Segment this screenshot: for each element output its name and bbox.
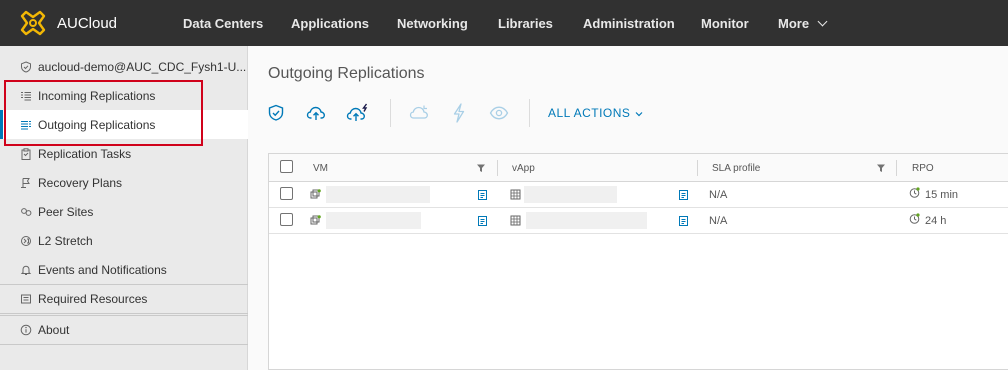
column-header-sla-profile[interactable]: SLA profile — [712, 154, 760, 182]
sidebar-item-label: Recovery Plans — [38, 175, 123, 190]
shield-check-icon[interactable] — [266, 103, 286, 123]
chevron-down-icon — [635, 112, 643, 117]
table-row[interactable]: N/A 24 h — [269, 208, 1008, 234]
bell-icon — [20, 264, 32, 276]
sidebar-item-label: Required Resources — [38, 292, 148, 306]
nav-more-label: More — [778, 16, 810, 31]
lightning-icon[interactable] — [449, 103, 469, 123]
sidebar-item-l2-stretch[interactable]: L2 Stretch — [0, 226, 248, 255]
sidebar-item-required-resources[interactable]: Required Resources — [0, 284, 248, 314]
info-icon — [20, 324, 32, 336]
column-header-vapp[interactable]: vApp — [512, 154, 535, 182]
vm-icon — [310, 189, 321, 199]
redacted-vapp-name — [526, 212, 647, 229]
vapp-icon — [510, 215, 521, 226]
sidebar-item-label: Events and Notifications — [38, 262, 167, 277]
rpo-cell: 15 min — [925, 189, 959, 201]
toolbar-separator — [529, 99, 530, 127]
nav-monitor[interactable]: Monitor — [701, 0, 749, 46]
cloud-sync-icon[interactable] — [409, 103, 429, 123]
eye-icon[interactable] — [489, 103, 509, 123]
all-actions-label: ALL ACTIONS — [548, 106, 631, 120]
sidebar-item-org[interactable]: aucloud-demo@AUC_CDC_Fysh1-U... — [0, 52, 248, 81]
redacted-vm-name — [326, 212, 421, 229]
column-header-rpo[interactable]: RPO — [912, 154, 934, 182]
nav-data-centers[interactable]: Data Centers — [183, 0, 263, 46]
redacted-vapp-name — [524, 186, 617, 203]
rpo-clock-icon — [909, 213, 920, 224]
filter-icon[interactable] — [876, 163, 886, 173]
nav-applications[interactable]: Applications — [291, 0, 369, 46]
recovery-plan-icon — [20, 177, 32, 189]
sidebar-item-label: About — [38, 323, 70, 337]
column-separator — [497, 160, 498, 176]
app-name: AUCloud — [57, 14, 118, 32]
nav-more-button[interactable]: More — [778, 16, 828, 31]
sidebar-item-label: aucloud-demo@AUC_CDC_Fysh1-U... — [38, 59, 247, 74]
action-toolbar: ALL ACTIONS — [266, 98, 643, 128]
sidebar: aucloud-demo@AUC_CDC_Fysh1-U... Incoming… — [0, 46, 248, 370]
chevron-down-icon — [817, 16, 828, 27]
details-icon[interactable] — [477, 189, 488, 200]
shield-icon — [20, 60, 32, 73]
table-row[interactable]: N/A 15 min — [269, 182, 1008, 208]
sidebar-item-events-notifications[interactable]: Events and Notifications — [0, 255, 248, 284]
details-icon[interactable] — [678, 189, 689, 200]
details-icon[interactable] — [678, 215, 689, 226]
sidebar-item-about[interactable]: About — [0, 315, 248, 345]
top-navigation-bar: AUCloud Data Centers Applications Networ… — [0, 0, 1008, 46]
row-checkbox[interactable] — [280, 187, 293, 200]
row-checkbox[interactable] — [280, 213, 293, 226]
rpo-cell: 24 h — [925, 215, 947, 227]
peer-sites-icon — [20, 206, 32, 218]
grid-header: VM vApp SLA profile RPO — [269, 154, 1008, 182]
column-header-vm[interactable]: VM — [313, 154, 328, 182]
replications-grid: VM vApp SLA profile RPO N/A 15 min N/A 2… — [268, 153, 1008, 370]
all-actions-dropdown[interactable]: ALL ACTIONS — [548, 106, 643, 120]
l2-stretch-icon — [20, 235, 32, 247]
sidebar-item-peer-sites[interactable]: Peer Sites — [0, 197, 248, 226]
details-icon[interactable] — [477, 215, 488, 226]
sidebar-item-label: Peer Sites — [38, 204, 94, 219]
main-content: Outgoing Replications ALL ACTIONS VM vAp… — [248, 46, 1008, 370]
brand[interactable]: AUCloud — [18, 8, 182, 38]
cloud-lightning-icon[interactable] — [346, 103, 370, 123]
nav-networking[interactable]: Networking — [397, 0, 468, 46]
column-separator — [896, 160, 897, 176]
redacted-vm-name — [326, 186, 430, 203]
sidebar-item-label: Replication Tasks — [38, 146, 132, 161]
toolbar-separator — [390, 99, 391, 127]
sidebar-item-label: L2 Stretch — [38, 233, 93, 248]
column-separator — [697, 160, 698, 176]
nav-libraries[interactable]: Libraries — [498, 0, 553, 46]
highlight-annotation-box — [4, 80, 203, 146]
vm-icon — [310, 215, 321, 225]
page-title: Outgoing Replications — [268, 65, 425, 82]
aucloud-logo-icon — [20, 10, 46, 36]
nav-administration[interactable]: Administration — [583, 0, 675, 46]
rpo-clock-icon — [909, 187, 920, 198]
clipboard-icon — [20, 147, 32, 160]
resources-icon — [20, 293, 32, 305]
sla-profile-cell: N/A — [709, 215, 728, 227]
filter-icon[interactable] — [476, 163, 486, 173]
sidebar-item-recovery-plans[interactable]: Recovery Plans — [0, 168, 248, 197]
select-all-checkbox[interactable] — [280, 160, 293, 173]
cloud-upload-icon[interactable] — [306, 103, 326, 123]
sla-profile-cell: N/A — [709, 189, 728, 201]
vapp-icon — [510, 189, 521, 200]
